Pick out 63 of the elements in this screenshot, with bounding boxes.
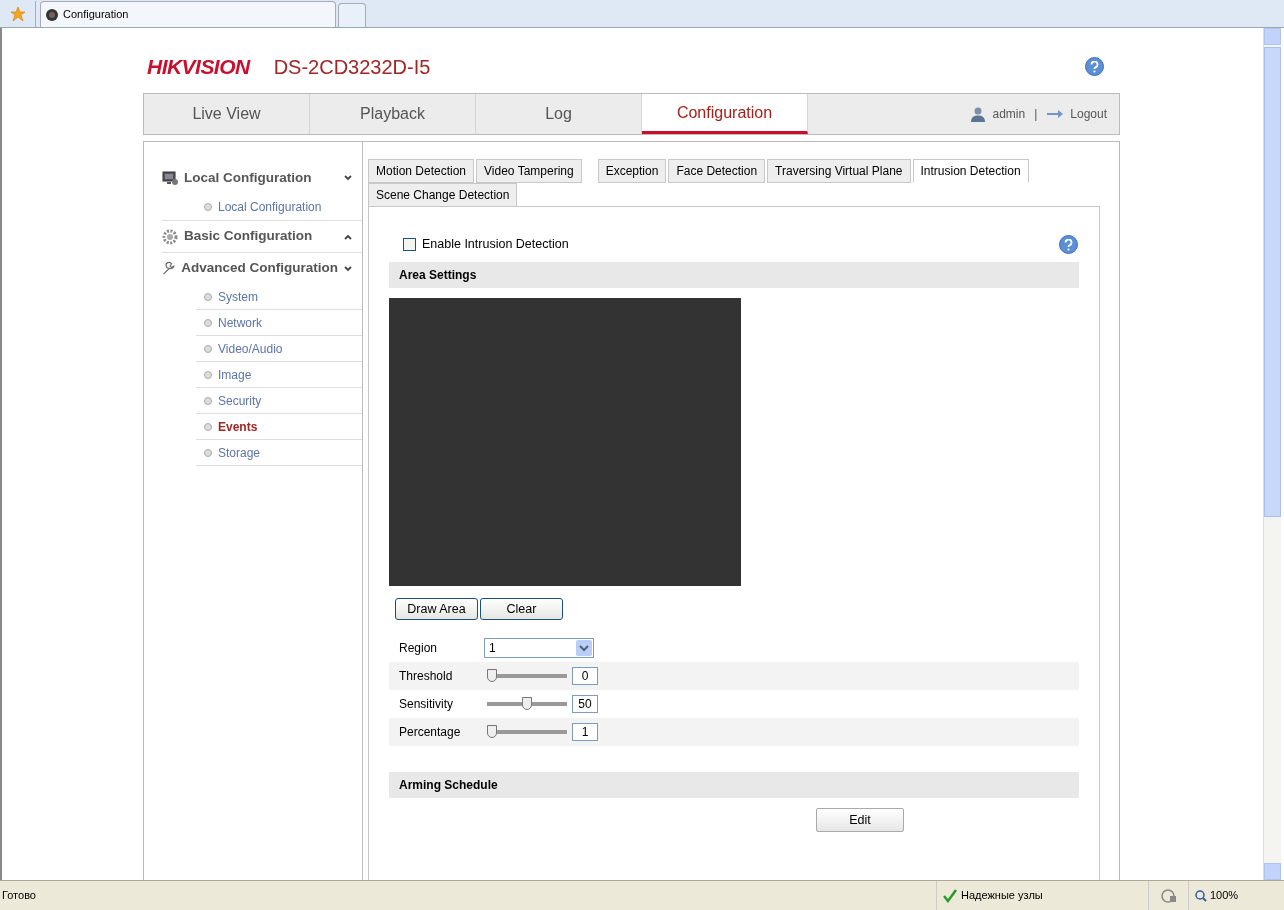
- nav-tab[interactable]: Playback: [310, 94, 476, 134]
- detection-tab[interactable]: Motion Detection: [368, 159, 475, 183]
- edit-button[interactable]: Edit: [816, 808, 904, 832]
- field-label: Region: [399, 640, 439, 657]
- arrow-icon: [1046, 109, 1065, 119]
- user-icon: [970, 106, 987, 122]
- slider-thumb[interactable]: [522, 697, 532, 710]
- checkbox[interactable]: [403, 238, 416, 251]
- value-field[interactable]: 1: [572, 723, 598, 741]
- detection-tab[interactable]: Intrusion Detection: [912, 159, 1029, 183]
- slider-thumb[interactable]: [487, 669, 497, 682]
- sidebar-item[interactable]: Local Configuration: [196, 194, 362, 220]
- separator: |: [1034, 106, 1038, 123]
- username: admin: [992, 106, 1026, 123]
- action-button[interactable]: Draw Area: [395, 598, 478, 620]
- detection-tab[interactable]: Video Tampering: [476, 159, 582, 183]
- chevron-down-icon[interactable]: [344, 265, 352, 272]
- sidebar-group[interactable]: Local Configuration: [162, 162, 362, 194]
- protected-mode-icon[interactable]: [1160, 888, 1177, 903]
- checkmark-icon: [943, 888, 957, 903]
- help-icon[interactable]: [1059, 235, 1078, 254]
- logout-link[interactable]: Logout: [1070, 105, 1107, 123]
- nav-tab[interactable]: Configuration: [642, 94, 808, 134]
- detection-tab[interactable]: Traversing Virtual Plane: [767, 159, 911, 183]
- sidebar-item[interactable]: Network: [196, 310, 362, 336]
- region-select[interactable]: 1: [484, 638, 594, 658]
- help-icon[interactable]: [1085, 57, 1104, 76]
- action-button[interactable]: Clear: [480, 598, 563, 620]
- field-label: Threshold: [399, 668, 454, 685]
- sidebar-item[interactable]: System: [196, 284, 362, 310]
- sidebar-group[interactable]: Advanced Configuration: [162, 252, 362, 284]
- value-field[interactable]: 0: [572, 667, 598, 685]
- sidebar-item[interactable]: Storage: [196, 440, 362, 466]
- scrollbar[interactable]: [1263, 28, 1281, 880]
- chevron-up-icon[interactable]: [344, 233, 352, 240]
- section-header: Area Settings: [389, 262, 1079, 288]
- monitor-icon: [162, 170, 178, 186]
- status-text: Готово: [2, 888, 36, 904]
- sidebar-item[interactable]: Image: [196, 362, 362, 388]
- sidebar-group[interactable]: Basic Configuration: [162, 220, 362, 252]
- field-label: Sensitivity: [399, 696, 455, 713]
- chevron-down-icon[interactable]: [344, 175, 352, 181]
- detection-tab[interactable]: Face Detection: [668, 159, 766, 183]
- security-zone: Надежные узлы: [961, 888, 1043, 904]
- camera-icon: [45, 7, 59, 22]
- detection-tab[interactable]: Exception: [597, 159, 667, 183]
- value-field[interactable]: 50: [572, 695, 598, 713]
- device-model: DS-2CD3232D-I5: [273, 54, 431, 80]
- browser-tab[interactable]: Configuration: [40, 1, 336, 27]
- tab-title: Configuration: [63, 7, 129, 23]
- gear-icon: [162, 228, 178, 245]
- zoom-control[interactable]: 100%: [1188, 881, 1284, 910]
- sidebar-item[interactable]: Video/Audio: [196, 336, 362, 362]
- brand-logo: HIKVISION: [147, 53, 250, 80]
- nav-tab[interactable]: Live View: [144, 94, 310, 134]
- section-header: Arming Schedule: [389, 772, 1079, 798]
- zoom-icon: [1195, 889, 1207, 902]
- sidebar-item[interactable]: Events: [196, 414, 362, 440]
- field-label: Percentage: [399, 724, 462, 741]
- checkbox-label: Enable Intrusion Detection: [422, 236, 569, 254]
- sidebar-item[interactable]: Security: [196, 388, 362, 414]
- detection-tab[interactable]: Scene Change Detection: [368, 183, 518, 207]
- slider-thumb[interactable]: [487, 725, 497, 738]
